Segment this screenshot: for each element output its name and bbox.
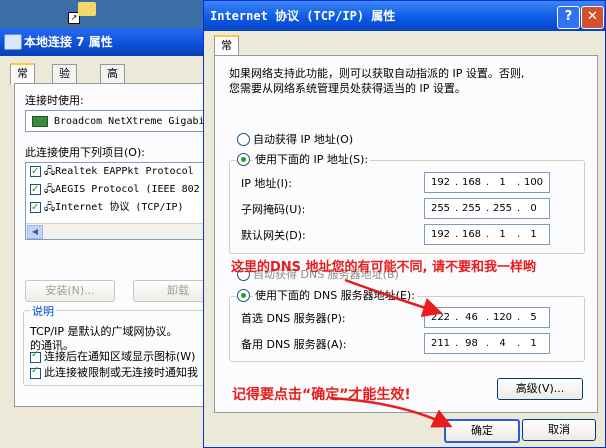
annotation-arrows <box>329 278 453 428</box>
arrow-to-dns-fields <box>344 278 443 318</box>
arrow-to-ok-button <box>329 396 453 428</box>
